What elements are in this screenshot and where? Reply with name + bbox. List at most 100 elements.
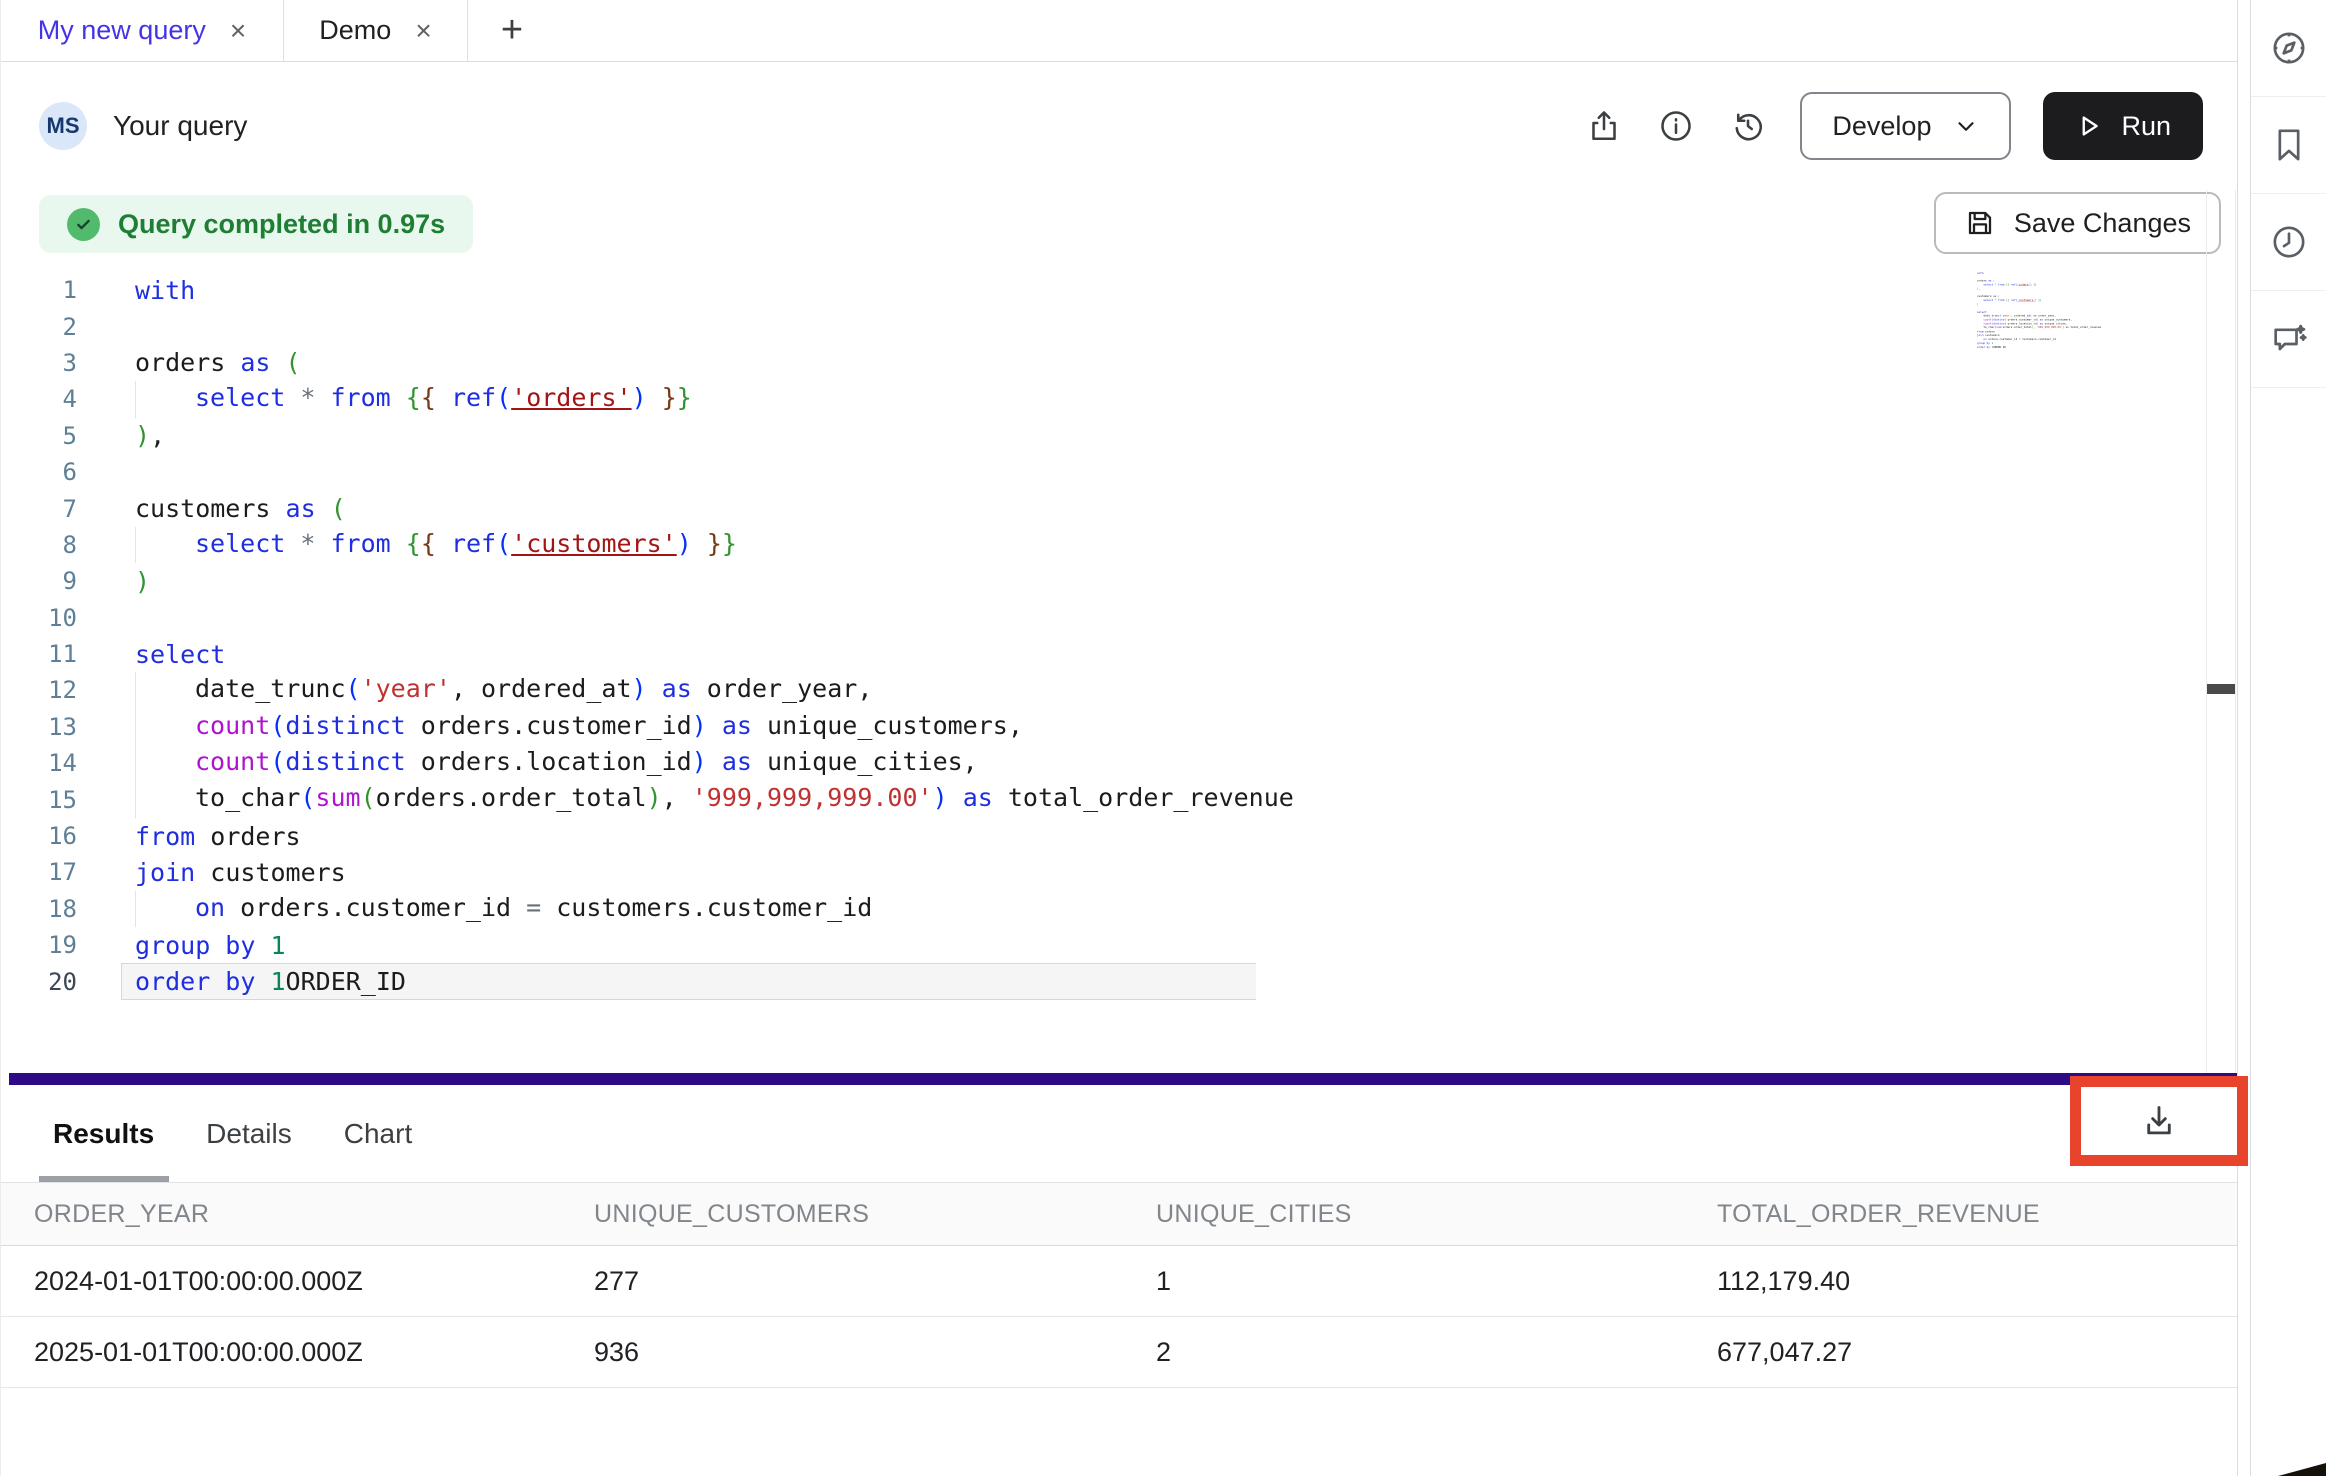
- code-line[interactable]: 12date_trunc('year', ordered_at) as orde…: [1, 672, 1294, 708]
- code-token: unique_customers,: [2043, 318, 2072, 321]
- tab-label: Demo: [319, 15, 391, 46]
- table-header-row: ORDER_YEARUNIQUE_CUSTOMERSUNIQUE_CITIEST…: [1, 1182, 2237, 1246]
- code-line[interactable]: 4select * from {{ ref('orders') }}: [1, 381, 1294, 417]
- code-token: [436, 529, 451, 558]
- table-cell: 2024-01-01T00:00:00.000Z: [34, 1266, 594, 1297]
- code-text: orders as (: [77, 348, 301, 377]
- results-table: ORDER_YEARUNIQUE_CUSTOMERSUNIQUE_CITIEST…: [1, 1182, 2237, 1388]
- code-token: on: [195, 893, 225, 922]
- code-line[interactable]: 1 with: [1, 272, 1294, 308]
- indent-guide: [135, 527, 195, 563]
- editor-scrollbar[interactable]: [2206, 190, 2236, 1073]
- results-tab-details[interactable]: Details: [206, 1118, 292, 1150]
- code-token: }: [662, 383, 677, 412]
- code-line[interactable]: 15to_char(sum(orders.order_total), '999,…: [1, 781, 1294, 817]
- code-token: [255, 931, 270, 960]
- code-token: '999,999,999.00': [2037, 326, 2063, 329]
- code-token: as: [963, 784, 993, 813]
- code-token: (: [270, 711, 285, 740]
- code-line[interactable]: 17join customers: [1, 854, 1294, 890]
- code-line[interactable]: 2: [1, 308, 1294, 344]
- column-header: TOTAL_ORDER_REVENUE: [1717, 1200, 2237, 1229]
- code-line[interactable]: 19group by 1: [1, 927, 1294, 963]
- line-number: 1: [1, 276, 77, 304]
- line-number: 5: [1, 422, 77, 450]
- editor-tab[interactable]: My new query×: [1, 0, 284, 61]
- line-number: 14: [1, 749, 77, 777]
- code-line[interactable]: 11select: [1, 636, 1294, 672]
- code-line[interactable]: 13count(distinct orders.customer_id) as …: [1, 709, 1294, 745]
- save-changes-button[interactable]: Save Changes: [1934, 192, 2221, 254]
- code-line[interactable]: 16from orders: [1, 818, 1294, 854]
- code-token: count: [195, 747, 270, 776]
- right-sidebar: [2250, 0, 2326, 1476]
- column-header: UNIQUE_CUSTOMERS: [594, 1200, 1156, 1229]
- query-status-text: Query completed in 0.97s: [118, 209, 445, 240]
- code-token: select: [1983, 298, 1993, 301]
- table-cell: 936: [594, 1337, 1156, 1368]
- sidebar-item-explore[interactable]: [2251, 0, 2326, 97]
- code-token: customers: [135, 494, 286, 523]
- code-token: count: [1983, 322, 1991, 325]
- code-token: distinct: [285, 747, 405, 776]
- scrollbar-thumb[interactable]: [2207, 684, 2235, 694]
- sidebar-item-history[interactable]: [2251, 194, 2326, 291]
- code-token: with: [135, 276, 195, 305]
- avatar: MS: [39, 102, 87, 150]
- code-line[interactable]: 7customers as (: [1, 490, 1294, 526]
- code-token: ): [933, 784, 948, 813]
- code-line[interactable]: 20order by 1ORDER_ID: [1, 963, 1294, 999]
- run-button[interactable]: Run: [2043, 92, 2203, 160]
- results-tab-chart[interactable]: Chart: [344, 1118, 412, 1150]
- code-token: customers.customer_id: [541, 893, 872, 922]
- table-row: 2025-01-01T00:00:00.000Z9362677,047.27: [1, 1317, 2237, 1388]
- code-token: from: [330, 383, 390, 412]
- line-number: 7: [1, 495, 77, 523]
- download-button[interactable]: [2129, 1091, 2189, 1151]
- code-token: unique_cities,: [752, 747, 978, 776]
- code-line[interactable]: 9): [1, 563, 1294, 599]
- line-number: 18: [1, 895, 77, 923]
- results-panel: Results Details Chart ORDER_YEARUNIQUE_CUS…: [1, 1085, 2237, 1476]
- code-token: 'orders': [511, 383, 631, 412]
- line-number: 8: [1, 531, 77, 559]
- code-token: select: [1983, 283, 1993, 286]
- code-line[interactable]: 5),: [1, 418, 1294, 454]
- code-text: select: [77, 640, 225, 669]
- code-token: distinct: [1993, 318, 2006, 321]
- code-token: total_order_revenue: [2069, 326, 2101, 329]
- play-icon: [2075, 112, 2103, 140]
- minimap[interactable]: withorders as (select * from {{ ref('ord…: [1977, 271, 2137, 363]
- results-tab-results[interactable]: Results: [53, 1118, 154, 1150]
- code-line[interactable]: 14count(distinct orders.location_id) as …: [1, 745, 1294, 781]
- sidebar-item-bookmarks[interactable]: [2251, 97, 2326, 194]
- code-token: }: [677, 383, 692, 412]
- code-token: {: [406, 529, 421, 558]
- column-header: UNIQUE_CITIES: [1156, 1200, 1717, 1229]
- code-token: order by: [1977, 345, 1990, 348]
- code-token: *: [285, 529, 330, 558]
- new-tab-button[interactable]: +: [468, 0, 556, 61]
- code-line[interactable]: 3orders as (: [1, 345, 1294, 381]
- code-token: group by: [135, 931, 255, 960]
- history-icon[interactable]: [1728, 106, 1768, 146]
- close-icon[interactable]: ×: [230, 17, 246, 45]
- code-text: date_trunc('year', ordered_at) as order_…: [77, 672, 872, 708]
- code-line[interactable]: 10: [1, 600, 1294, 636]
- code-token: select: [195, 383, 285, 412]
- code-area[interactable]: 1 with 23orders as (4select * from {{ ref(…: [1, 272, 1294, 1000]
- share-icon[interactable]: [1584, 106, 1624, 146]
- code-line[interactable]: 18on orders.customer_id = customers.cust…: [1, 891, 1294, 927]
- panel-divider[interactable]: [9, 1073, 2237, 1085]
- indent-guide: [135, 781, 195, 817]
- editor-tab[interactable]: Demo ×: [284, 0, 468, 61]
- close-icon[interactable]: ×: [415, 17, 431, 45]
- info-icon[interactable]: [1656, 106, 1696, 146]
- code-line[interactable]: 6: [1, 454, 1294, 490]
- code-token: orders.customer_id: [2006, 318, 2037, 321]
- develop-button[interactable]: Develop: [1800, 92, 2011, 160]
- code-token: ,: [662, 784, 692, 813]
- code-line[interactable]: 8select * from {{ ref('customers') }}: [1, 527, 1294, 563]
- code-token: , ordered_at: [2011, 314, 2030, 317]
- sidebar-item-ai-chat[interactable]: [2251, 291, 2326, 388]
